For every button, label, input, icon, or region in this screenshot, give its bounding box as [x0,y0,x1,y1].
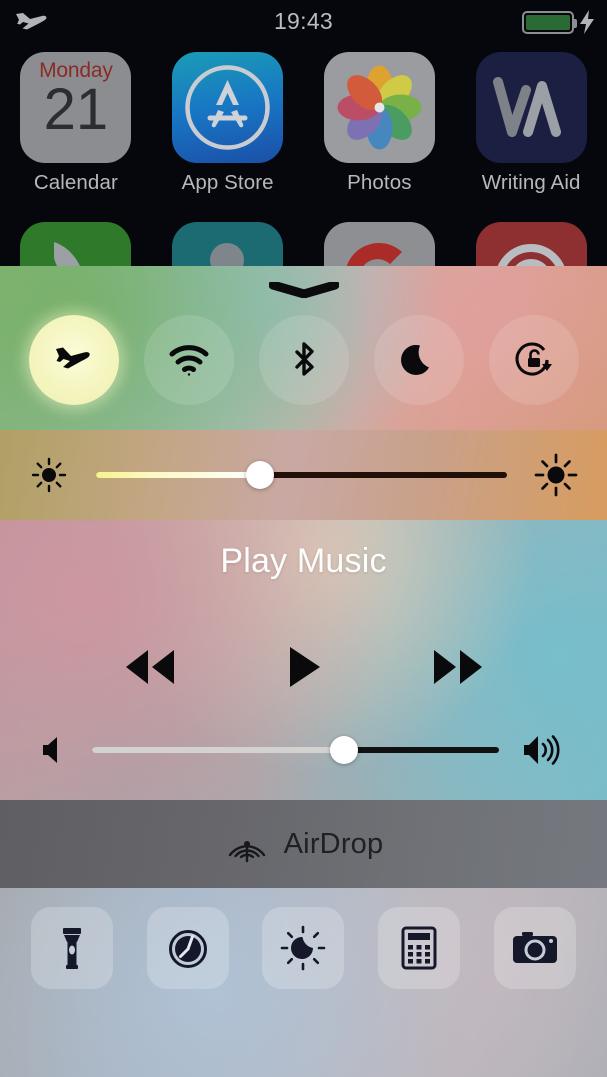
battery-full-icon [522,10,577,34]
wifi-icon [169,345,208,376]
airdrop-icon [228,841,265,863]
camera-icon [513,932,558,963]
speaker-loud-icon [521,732,567,768]
app-photos[interactable]: Photos [304,52,456,195]
bluetooth-icon [294,342,314,376]
media-title: Play Music [220,542,387,580]
moon-icon [400,344,429,375]
photos-icon [323,52,435,163]
shortcut-row [0,907,607,989]
calendar-icon: Monday 21 [20,52,132,163]
media-play-button[interactable] [284,644,324,695]
shortcut-night-shift[interactable] [262,907,345,989]
status-bar: 19:43 [0,0,607,42]
fast-forward-icon [433,650,482,684]
app-calendar[interactable]: Monday 21 Calendar [0,52,152,195]
chevron-grabber-handle[interactable] [268,280,339,299]
shortcut-flashlight[interactable] [30,907,113,989]
media-next-button[interactable] [428,645,490,694]
app-label-photos: Photos [347,171,412,194]
writing-aid-icon [475,52,587,163]
night-shift-icon [281,925,326,971]
brightness-section [0,430,607,520]
toggle-do-not-disturb[interactable] [373,315,464,405]
shortcut-calculator[interactable] [378,907,461,989]
status-bar-right [522,9,597,35]
app-label-app-store: App Store [181,171,274,194]
media-section: Play Music [0,520,607,800]
brightness-slider[interactable] [96,461,507,489]
control-center-toggles-section [0,266,607,430]
airdrop-section[interactable]: AirDrop [0,800,607,888]
rewind-icon [125,650,174,684]
lightning-bolt-icon [580,10,594,34]
toggle-bluetooth[interactable] [258,315,349,405]
speaker-mute-icon [40,733,70,767]
rotation-lock-icon [515,342,552,376]
toggle-airplane-mode[interactable] [28,315,119,405]
media-previous-button[interactable] [118,645,180,694]
app-label-calendar: Calendar [33,171,118,194]
shortcut-timer[interactable] [146,907,229,989]
control-center-panel: Play Music AirDrop [0,266,607,1077]
app-row-1: Monday 21 Calendar App Store Photos Writ… [0,52,607,195]
airdrop-label: AirDrop [283,827,384,860]
brightness-low-icon [28,454,70,496]
status-bar-time: 19:43 [273,7,334,34]
play-icon [289,647,320,687]
app-writing-aid[interactable]: Writing Aid [455,52,607,195]
app-app-store[interactable]: App Store [152,52,304,195]
toggle-row [0,315,607,405]
volume-row [0,732,607,768]
app-store-icon [172,52,284,163]
calculator-icon [401,926,437,970]
airplane-icon [55,347,90,369]
flashlight-icon [62,928,81,969]
toggle-wifi[interactable] [143,315,234,405]
app-label-writing-aid: Writing Aid [481,171,581,194]
volume-slider[interactable] [92,736,499,764]
shortcuts-section [0,888,607,1077]
calendar-day-number: 21 [43,77,109,142]
timer-icon [168,930,207,968]
brightness-high-icon [533,452,579,498]
media-transport-controls [0,644,607,695]
shortcut-camera[interactable] [494,907,577,989]
toggle-rotation-lock[interactable] [488,315,579,405]
